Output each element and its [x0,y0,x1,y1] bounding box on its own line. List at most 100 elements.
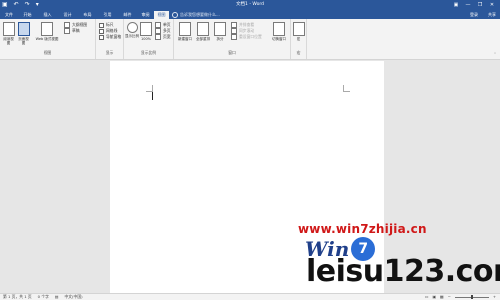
lightbulb-icon [172,12,178,18]
web-layout-status-icon[interactable]: ▦ [440,294,444,300]
draft-button[interactable]: 草稿 [64,28,80,34]
page-width-button[interactable]: 页宽 [155,34,171,40]
group-zoom: 显示比例 100% 单页 多页 页宽 显示比例 [124,19,174,59]
page-width-label: 页宽 [163,34,171,39]
tab-file[interactable]: 文件 [2,11,16,19]
tell-me-text: 告诉我您想要做什么... [180,12,220,17]
group-window: 新建窗口 全部重排 拆分 并排查看 同步滚动 重设窗口位置 切换窗口 窗口 [174,19,291,59]
tab-mailings[interactable]: 邮件 [119,11,136,19]
gridlines-check-icon [99,28,104,34]
zoom-100-button[interactable]: 100% [140,22,152,41]
ribbon-view: 阅读视图 页面视图 Web 版式视图 大纲视图 草稿 视图 标尺 网格线 导航窗… [0,19,500,60]
new-window-icon [179,22,191,36]
multiple-pages-label: 多页 [163,28,171,33]
web-layout-label: Web 版式视图 [35,37,59,41]
group-window-label: 窗口 [228,50,236,55]
zoom-100-label: 100% [140,37,151,41]
page-width-icon [155,34,161,40]
arrange-all-button[interactable]: 全部重排 [195,22,211,41]
gridlines-checkbox[interactable]: 网格线 [99,28,117,34]
navigation-pane-label: 导航窗格 [106,34,122,39]
web-layout-icon [41,22,53,36]
gridlines-label: 网格线 [106,28,118,33]
zoom-label: 显示比例 [125,34,139,38]
print-layout-icon [17,22,30,36]
tab-home[interactable]: 开始 [19,11,36,19]
tab-insert[interactable]: 插入 [39,11,56,19]
window-title: 文档1 - Word [236,2,264,7]
word-count[interactable]: 0 个字 [38,294,49,300]
crop-mark-top-right [343,85,350,92]
split-icon [214,22,226,36]
watermark-url: www.win7zhijia.cn [298,222,427,236]
group-zoom-label: 显示比例 [140,50,157,55]
tab-design[interactable]: 设计 [59,11,76,19]
tell-me-search[interactable]: 告诉我您想要做什么... [172,10,220,19]
group-show-label: 显示 [105,50,114,55]
navigation-pane-checkbox[interactable]: 导航窗格 [99,34,121,40]
one-page-label: 单页 [163,22,171,27]
draft-label: 草稿 [72,28,80,33]
proofing-icon[interactable]: ▤ [55,294,59,300]
draft-icon [64,28,70,34]
read-mode-status-icon[interactable]: ▭ [425,294,429,300]
language-status[interactable]: 中文(中国) [64,294,82,300]
title-bar: ▣ ↶ ↷ ▾ 文档1 - Word ▣ — ❐ ✕ [0,0,500,10]
new-window-label: 新建窗口 [178,37,192,41]
share-button[interactable]: 共享 [488,11,496,18]
synchronous-scrolling-label: 同步滚动 [239,28,255,33]
zoom-100-icon [140,22,152,36]
group-views-label: 视图 [43,50,52,55]
print-layout-status-icon[interactable]: ▣ [432,294,436,300]
window-controls: ▣ — ❐ ✕ [450,0,498,10]
restore-button[interactable]: ❐ [474,0,486,10]
tab-references[interactable]: 引用 [99,11,116,19]
macros-label: 宏 [296,37,301,41]
arrange-all-label: 全部重排 [196,37,210,41]
reset-window-position-button[interactable]: 重设窗口位置 [231,34,262,40]
zoom-slider-knob[interactable] [470,295,473,299]
read-mode-button[interactable]: 阅读视图 [2,22,15,45]
group-show: 标尺 网格线 导航窗格 显示 [96,19,124,59]
ruler-checkbox[interactable]: 标尺 [99,22,114,28]
zoom-button[interactable]: 显示比例 [125,22,139,38]
switch-windows-button[interactable]: 切换窗口 [270,22,288,41]
split-button[interactable]: 拆分 [213,22,227,41]
group-views: 阅读视图 页面视图 Web 版式视图 大纲视图 草稿 视图 [0,19,96,59]
close-button[interactable]: ✕ [486,0,498,10]
ribbon-tabs: 文件 开始 插入 设计 布局 引用 邮件 审阅 视图 告诉我您想要做什么... … [0,10,500,19]
split-label: 拆分 [216,37,224,41]
tab-view[interactable]: 视图 [154,11,169,19]
status-right: ▭ ▣ ▦ − + [425,294,496,300]
new-window-button[interactable]: 新建窗口 [177,22,193,41]
minimize-button[interactable]: — [462,0,474,10]
view-side-by-side-label: 并排查看 [239,22,255,27]
group-macros-label: 宏 [296,50,301,55]
zoom-out-icon[interactable]: − [448,294,451,300]
read-mode-label: 阅读视图 [3,37,14,45]
navigation-pane-check-icon [99,34,104,40]
sign-in-link[interactable]: 登录 [470,10,478,19]
reset-window-position-label: 重设窗口位置 [239,34,262,39]
zoom-slider[interactable] [454,295,489,299]
ruler-label: 标尺 [106,22,114,27]
ruler-check-icon [99,22,104,28]
watermark-site: leisu123.com [306,254,500,289]
reset-window-icon [231,34,237,40]
magnifier-icon [126,22,138,33]
tab-review[interactable]: 审阅 [138,11,153,19]
zoom-in-icon[interactable]: + [493,294,496,300]
tab-layout[interactable]: 布局 [79,11,96,19]
switch-windows-label: 切换窗口 [272,37,286,41]
web-layout-button[interactable]: Web 版式视图 [33,22,61,41]
macros-button[interactable]: 宏 [292,22,305,41]
ribbon-options-button[interactable]: ▣ [450,0,462,10]
print-layout-button[interactable]: 页面视图 [17,22,30,45]
arrange-all-icon [197,22,209,36]
status-left: 第 1 页，共 1 页 0 个字 ▤ 中文(中国) [3,294,83,300]
switch-windows-icon [273,22,285,36]
group-macros: 宏 宏 [291,19,307,59]
page-count[interactable]: 第 1 页，共 1 页 [3,294,32,300]
collapse-ribbon-icon[interactable]: ˄ [494,52,496,57]
crop-mark-top-left [146,85,153,92]
